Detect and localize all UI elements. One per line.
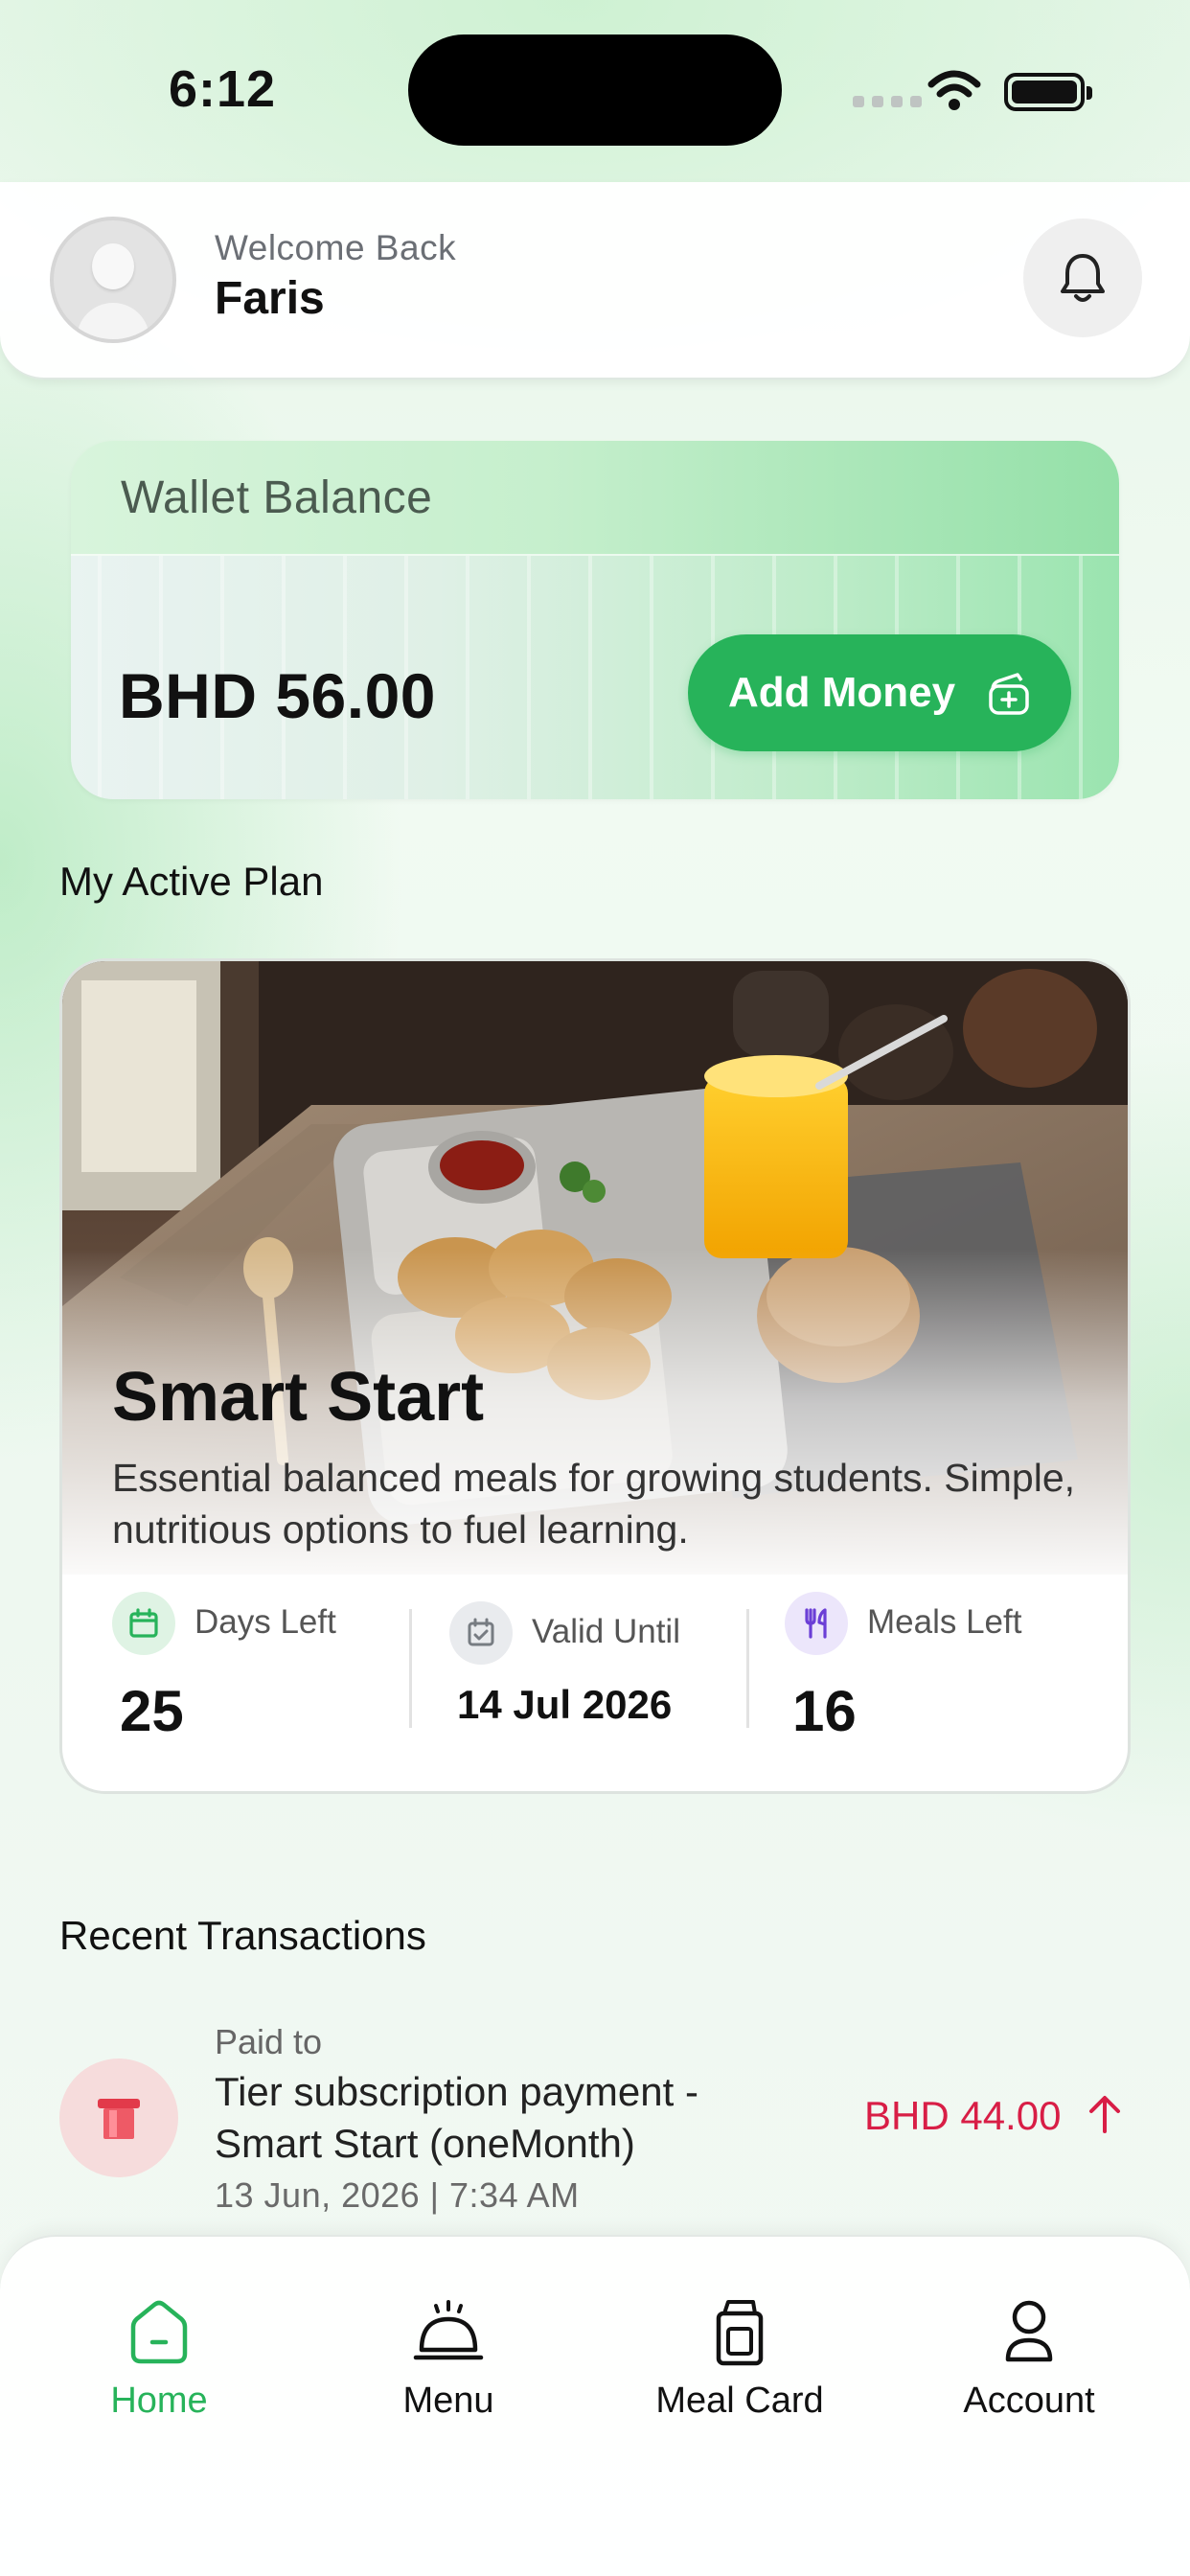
app-header: Welcome Back Faris xyxy=(0,182,1190,380)
stat-value: 25 xyxy=(120,1679,184,1743)
plan-description: Essential balanced meals for growing stu… xyxy=(112,1456,1076,1552)
wallet-balance-label: Wallet Balance xyxy=(121,472,433,523)
cloche-icon xyxy=(413,2300,484,2360)
battery-icon xyxy=(1004,73,1092,111)
nav-label: Meal Card xyxy=(655,2380,824,2421)
wallet-card-header: Wallet Balance xyxy=(71,441,1119,556)
user-icon xyxy=(1005,2300,1053,2362)
nav-label: Home xyxy=(110,2380,208,2421)
dynamic-island xyxy=(408,34,782,146)
stat-label: Meals Left xyxy=(867,1603,1022,1641)
plan-name: Smart Start xyxy=(112,1359,485,1436)
arrow-up-icon xyxy=(1089,2096,1120,2133)
stat-meals-left: Meals Left 16 xyxy=(785,1592,1091,1745)
stat-value: 16 xyxy=(792,1679,857,1743)
calendar-check-icon xyxy=(449,1601,513,1665)
nav-label: Account xyxy=(963,2380,1095,2421)
nav-item-home[interactable]: Home xyxy=(44,2298,274,2442)
nav-item-menu[interactable]: Menu xyxy=(333,2298,563,2442)
transaction-paid-to: Paid to xyxy=(215,2022,323,2061)
wallet-add-icon xyxy=(989,673,1029,715)
active-plan-card[interactable]: Smart Start Essential balanced meals for… xyxy=(59,958,1131,1794)
transaction-title: Tier subscription payment - Smart Start … xyxy=(215,2069,698,2166)
nav-item-account[interactable]: Account xyxy=(914,2298,1144,2442)
transaction-item[interactable]: Paid to Tier subscription payment - Smar… xyxy=(59,2022,1133,2233)
bell-icon xyxy=(1061,254,1105,302)
welcome-text: Welcome Back xyxy=(215,228,457,267)
user-name: Faris xyxy=(215,273,325,324)
stat-days-left: Days Left 25 xyxy=(112,1592,400,1745)
add-money-label: Add Money xyxy=(728,669,956,716)
cellular-signal-icon xyxy=(853,96,922,107)
transactions-section-title: Recent Transactions xyxy=(59,1913,426,1958)
notifications-button[interactable] xyxy=(1023,218,1142,337)
stat-value: 14 Jul 2026 xyxy=(457,1682,673,1727)
wallet-balance-amount: BHD 56.00 xyxy=(119,660,436,731)
wifi-icon xyxy=(927,70,981,110)
stat-label: Valid Until xyxy=(532,1613,680,1650)
meal-card-icon xyxy=(716,2300,764,2366)
stat-valid-until: Valid Until 14 Jul 2026 xyxy=(449,1601,737,1755)
wallet-card: Wallet Balance BHD 56.00 Add Money xyxy=(71,441,1119,799)
stat-divider xyxy=(409,1609,412,1728)
transaction-date: 13 Jun, 2026 | 7:34 AM xyxy=(215,2175,580,2215)
home-icon xyxy=(130,2300,188,2364)
stat-divider xyxy=(746,1609,749,1728)
bottom-navigation: Home Menu Meal Card Account xyxy=(0,2235,1190,2576)
add-money-button[interactable]: Add Money xyxy=(688,634,1071,751)
subscription-payment-icon xyxy=(59,2058,178,2177)
status-bar: 6:12 xyxy=(0,0,1190,182)
active-plan-section-title: My Active Plan xyxy=(59,859,324,904)
nav-label: Menu xyxy=(402,2380,494,2421)
calendar-icon xyxy=(112,1592,175,1655)
status-time: 6:12 xyxy=(169,60,277,118)
stat-label: Days Left xyxy=(195,1603,336,1641)
utensils-icon xyxy=(785,1592,848,1655)
avatar[interactable] xyxy=(50,217,176,343)
transaction-amount: BHD 44.00 xyxy=(864,2093,1062,2138)
nav-item-meal-card[interactable]: Meal Card xyxy=(625,2298,855,2442)
